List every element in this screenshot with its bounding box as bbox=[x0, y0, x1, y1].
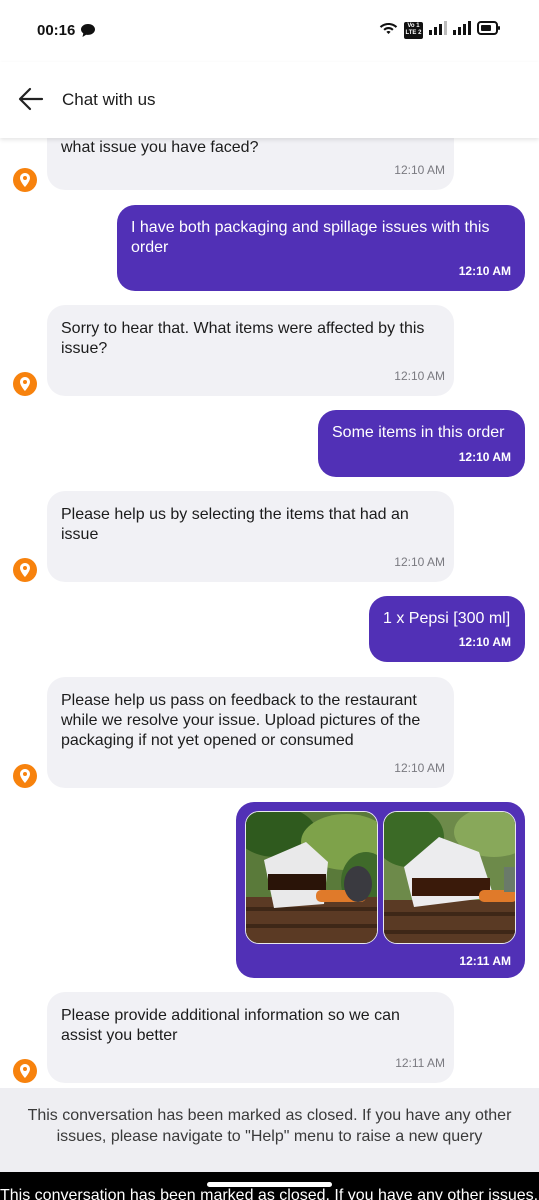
status-bar: 00:16 Vo 1 LTE 2 bbox=[0, 0, 539, 62]
message-text: Some items in this order bbox=[332, 424, 505, 441]
message-text: what issue you have faced? bbox=[61, 139, 259, 156]
user-message: 1 x Pepsi [300 ml] 12:10 AM bbox=[369, 596, 525, 662]
message-time: 12:10 AM bbox=[458, 450, 511, 464]
message-time: 12:10 AM bbox=[394, 163, 445, 177]
home-indicator[interactable] bbox=[207, 1182, 332, 1187]
message-time: 12:10 AM bbox=[394, 555, 445, 569]
bot-avatar bbox=[13, 764, 37, 788]
message-time: 12:10 AM bbox=[394, 369, 445, 383]
page-title: Chat with us bbox=[62, 90, 156, 109]
lte-top-label: Vo 1 bbox=[407, 23, 420, 29]
bot-message: what issue you have faced? 12:10 AM bbox=[47, 138, 454, 190]
bot-message: Please provide additional information so… bbox=[47, 992, 454, 1083]
closed-banner-text: This conversation has been marked as clo… bbox=[27, 1107, 512, 1145]
bot-avatar bbox=[13, 168, 37, 192]
system-nav-bar: This conversation has been marked as clo… bbox=[0, 1172, 539, 1200]
message-time: 12:11 AM bbox=[395, 1056, 445, 1070]
bot-avatar bbox=[13, 558, 37, 582]
message-time: 12:10 AM bbox=[458, 264, 511, 278]
bot-message: Sorry to hear that. What items were affe… bbox=[47, 305, 454, 396]
bot-message: Please help us by selecting the items th… bbox=[47, 491, 454, 582]
message-text: 1 x Pepsi [300 ml] bbox=[383, 610, 511, 627]
bot-avatar bbox=[13, 1059, 37, 1083]
lte-icon: Vo 1 LTE 2 bbox=[404, 22, 423, 39]
battery-icon bbox=[477, 21, 501, 40]
message-text: Please help us pass on feedback to the r… bbox=[61, 692, 421, 749]
user-image-message: 12:11 AM bbox=[236, 802, 525, 978]
closed-banner-duplicate-text: This conversation has been marked as clo… bbox=[0, 1187, 539, 1200]
attached-photo[interactable] bbox=[383, 811, 516, 944]
chat-messages[interactable]: what issue you have faced? 12:10 AM I ha… bbox=[0, 138, 539, 1088]
bot-avatar bbox=[13, 372, 37, 396]
chat-bubble-icon bbox=[81, 24, 95, 42]
signal-icon bbox=[453, 21, 471, 40]
status-time: 00:16 bbox=[37, 22, 76, 39]
message-time: 12:10 AM bbox=[458, 635, 511, 649]
message-time: 12:10 AM bbox=[394, 761, 445, 775]
message-text: I have both packaging and spillage issue… bbox=[131, 219, 490, 256]
lte-bottom-label: LTE 2 bbox=[405, 30, 422, 36]
wifi-icon bbox=[379, 21, 398, 40]
message-text: Please provide additional information so… bbox=[61, 1007, 400, 1044]
message-text: Please help us by selecting the items th… bbox=[61, 506, 409, 543]
arrow-left-icon[interactable] bbox=[18, 87, 44, 116]
status-icons: Vo 1 LTE 2 bbox=[379, 21, 501, 40]
message-time: 12:11 AM bbox=[459, 954, 511, 968]
user-message: I have both packaging and spillage issue… bbox=[117, 205, 525, 291]
bot-message: Please help us pass on feedback to the r… bbox=[47, 677, 454, 788]
user-message: Some items in this order 12:10 AM bbox=[318, 410, 525, 477]
message-text: Sorry to hear that. What items were affe… bbox=[61, 320, 425, 357]
attached-photo[interactable] bbox=[245, 811, 378, 944]
conversation-closed-banner: This conversation has been marked as clo… bbox=[0, 1088, 539, 1172]
signal-icon bbox=[429, 21, 447, 40]
app-header: Chat with us bbox=[0, 62, 539, 138]
